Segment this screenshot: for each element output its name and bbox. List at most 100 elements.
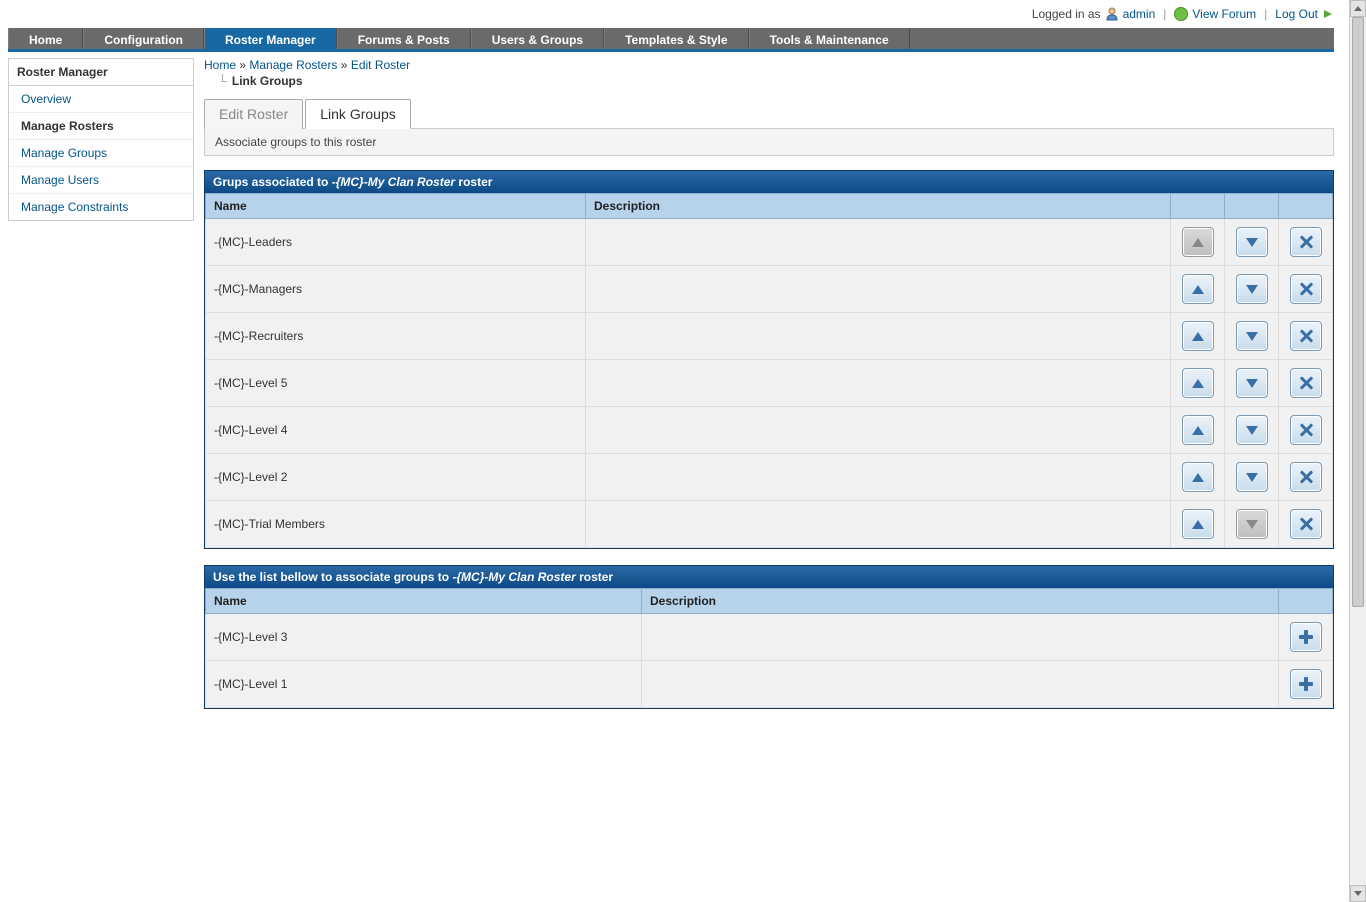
available-groups-panel: Use the list bellow to associate groups … xyxy=(204,565,1334,709)
scroll-down-button[interactable] xyxy=(1350,885,1366,902)
remove-icon xyxy=(1299,423,1313,437)
nav-users-groups[interactable]: Users & Groups xyxy=(471,28,604,49)
arrow-up-icon xyxy=(1192,238,1204,247)
main-nav: HomeConfigurationRoster ManagerForums & … xyxy=(8,28,1334,52)
table-row: -{MC}-Trial Members xyxy=(206,501,1333,548)
remove-icon xyxy=(1299,376,1313,390)
remove-button[interactable] xyxy=(1290,415,1322,445)
view-forum-link[interactable]: View Forum xyxy=(1192,7,1256,21)
breadcrumb-home[interactable]: Home xyxy=(204,58,236,72)
tabstrip: Edit Roster Link Groups xyxy=(204,98,1334,128)
scroll-thumb[interactable] xyxy=(1352,17,1364,607)
vertical-scrollbar[interactable] xyxy=(1349,0,1366,902)
logout-arrow-icon xyxy=(1324,10,1332,18)
group-description xyxy=(586,454,1171,501)
table-row: -{MC}-Managers xyxy=(206,266,1333,313)
remove-button[interactable] xyxy=(1290,321,1322,351)
sidebar-item-manage-groups[interactable]: Manage Groups xyxy=(9,140,193,166)
move-down-button[interactable] xyxy=(1236,227,1268,257)
breadcrumb-edit-roster[interactable]: Edit Roster xyxy=(351,58,410,72)
remove-icon xyxy=(1299,282,1313,296)
move-down-button[interactable] xyxy=(1236,368,1268,398)
logged-in-label: Logged in as xyxy=(1032,7,1101,21)
add-button[interactable] xyxy=(1290,622,1322,652)
remove-icon xyxy=(1299,517,1313,531)
remove-button[interactable] xyxy=(1290,274,1322,304)
group-description xyxy=(586,266,1171,313)
group-name: -{MC}-Managers xyxy=(206,266,586,313)
scroll-up-button[interactable] xyxy=(1350,0,1366,17)
arrow-down-icon xyxy=(1246,520,1258,529)
nav-forums-posts[interactable]: Forums & Posts xyxy=(337,28,471,49)
plus-icon xyxy=(1299,677,1313,691)
username-link[interactable]: admin xyxy=(1123,7,1156,21)
arrow-down-icon xyxy=(1246,332,1258,341)
remove-button[interactable] xyxy=(1290,227,1322,257)
move-up-button[interactable] xyxy=(1182,509,1214,539)
sidebar-item-overview[interactable]: Overview xyxy=(9,86,193,112)
nav-roster-manager[interactable]: Roster Manager xyxy=(204,28,337,49)
tab-link-groups[interactable]: Link Groups xyxy=(305,99,410,129)
group-name: -{MC}-Level 5 xyxy=(206,360,586,407)
breadcrumb-current: └ Link Groups xyxy=(218,74,1334,88)
group-name: -{MC}-Recruiters xyxy=(206,313,586,360)
move-up-button[interactable] xyxy=(1182,274,1214,304)
group-description xyxy=(642,614,1279,661)
arrow-up-icon xyxy=(1192,332,1204,341)
group-description xyxy=(586,313,1171,360)
move-up-button[interactable] xyxy=(1182,462,1214,492)
group-description xyxy=(642,661,1279,708)
plus-icon xyxy=(1299,630,1313,644)
logout-link[interactable]: Log Out xyxy=(1275,7,1318,21)
group-name: -{MC}-Level 3 xyxy=(206,614,642,661)
nav-templates-style[interactable]: Templates & Style xyxy=(604,28,748,49)
move-down-button xyxy=(1236,509,1268,539)
nav-tools-maintenance[interactable]: Tools & Maintenance xyxy=(749,28,910,49)
group-name: -{MC}-Leaders xyxy=(206,219,586,266)
remove-button[interactable] xyxy=(1290,462,1322,492)
breadcrumb: Home » Manage Rosters » Edit Roster xyxy=(204,58,1334,72)
arrow-up-icon xyxy=(1192,520,1204,529)
add-button[interactable] xyxy=(1290,669,1322,699)
nav-home[interactable]: Home xyxy=(8,28,83,49)
move-down-button[interactable] xyxy=(1236,321,1268,351)
group-name: -{MC}-Trial Members xyxy=(206,501,586,548)
separator: | xyxy=(1264,7,1267,21)
remove-button[interactable] xyxy=(1290,368,1322,398)
move-up-button[interactable] xyxy=(1182,415,1214,445)
move-down-button[interactable] xyxy=(1236,462,1268,492)
associated-groups-table: Name Description -{MC}-Leaders-{MC}-Mana… xyxy=(205,193,1333,548)
remove-button[interactable] xyxy=(1290,509,1322,539)
remove-icon xyxy=(1299,470,1313,484)
sidebar-item-manage-constraints[interactable]: Manage Constraints xyxy=(9,194,193,220)
sidebar-title: Roster Manager xyxy=(9,59,193,86)
remove-icon xyxy=(1299,329,1313,343)
sidebar-item-manage-rosters[interactable]: Manage Rosters xyxy=(9,113,193,139)
nav-configuration[interactable]: Configuration xyxy=(83,28,204,49)
separator: | xyxy=(1163,7,1166,21)
arrow-up-icon xyxy=(1192,473,1204,482)
col-description: Description xyxy=(586,194,1171,219)
move-up-button[interactable] xyxy=(1182,368,1214,398)
table-row: -{MC}-Level 1 xyxy=(206,661,1333,708)
move-up-button xyxy=(1182,227,1214,257)
col-name: Name xyxy=(206,589,642,614)
user-bar: Logged in as admin | View Forum | Log Ou… xyxy=(0,0,1342,28)
table-row: -{MC}-Level 4 xyxy=(206,407,1333,454)
breadcrumb-manage-rosters[interactable]: Manage Rosters xyxy=(249,58,337,72)
arrow-down-icon xyxy=(1246,285,1258,294)
group-description xyxy=(586,219,1171,266)
move-down-button[interactable] xyxy=(1236,415,1268,445)
move-down-button[interactable] xyxy=(1236,274,1268,304)
table-row: -{MC}-Level 2 xyxy=(206,454,1333,501)
group-name: -{MC}-Level 1 xyxy=(206,661,642,708)
move-up-button[interactable] xyxy=(1182,321,1214,351)
panel-heading: Use the list bellow to associate groups … xyxy=(205,566,1333,588)
arrow-up-icon xyxy=(1192,426,1204,435)
arrow-up-icon xyxy=(1192,285,1204,294)
tab-edit-roster[interactable]: Edit Roster xyxy=(204,99,303,129)
arrow-down-icon xyxy=(1246,473,1258,482)
table-row: -{MC}-Recruiters xyxy=(206,313,1333,360)
sidebar-item-manage-users[interactable]: Manage Users xyxy=(9,167,193,193)
group-name: -{MC}-Level 2 xyxy=(206,454,586,501)
